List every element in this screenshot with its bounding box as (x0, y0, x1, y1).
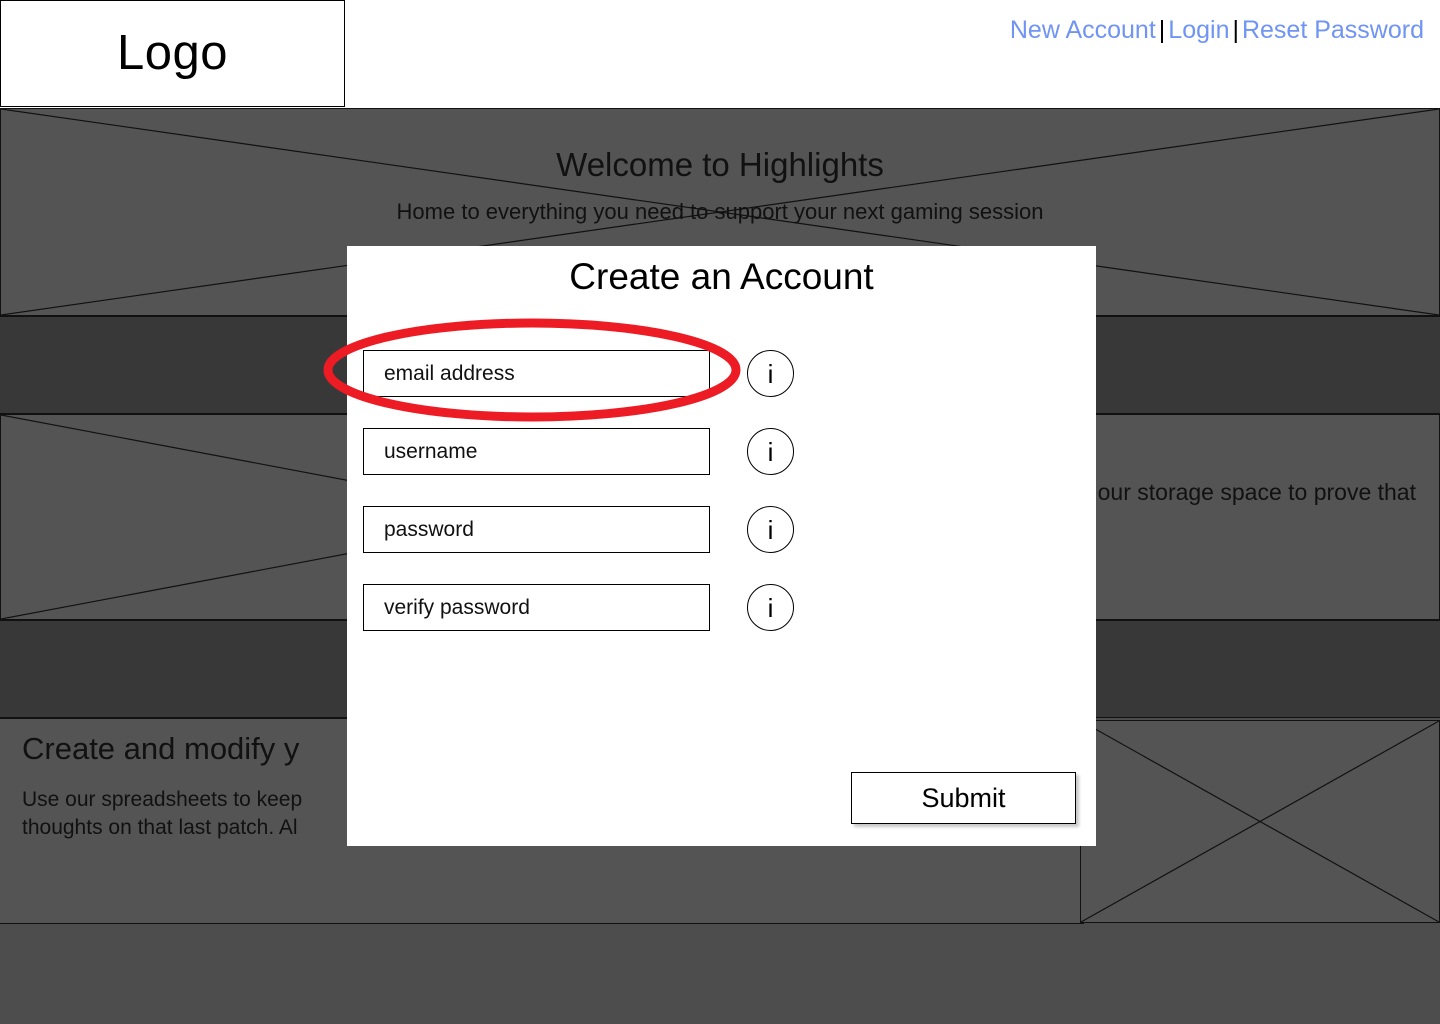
right-feature-text-box (1084, 414, 1440, 620)
verify-password-input[interactable] (363, 584, 710, 631)
nav-link-login[interactable]: Login (1168, 16, 1229, 44)
info-icon-email[interactable]: i (747, 350, 794, 397)
password-input[interactable] (363, 506, 710, 553)
info-icon-password[interactable]: i (747, 506, 794, 553)
feature-heading: Create and modify y (22, 731, 300, 766)
modal-title: Create an Account (569, 256, 874, 297)
username-input[interactable] (363, 428, 710, 475)
info-icon-verify-password[interactable]: i (747, 584, 794, 631)
placeholder-cross-icon (1081, 721, 1439, 922)
nav-link-reset-password[interactable]: Reset Password (1242, 16, 1424, 44)
bottom-right-placeholder-box (1080, 720, 1440, 923)
logo-label: Logo (116, 26, 228, 80)
info-icon-username[interactable]: i (747, 428, 794, 475)
nav-separator: | (1232, 16, 1239, 44)
create-account-modal: Create an Account i i i i Submit (347, 246, 1096, 846)
submit-button[interactable]: Submit (851, 772, 1076, 824)
email-input[interactable] (363, 350, 710, 397)
page-header: Logo New Account | Login | Reset Password (0, 0, 1440, 108)
header-nav: New Account | Login | Reset Password (1010, 18, 1424, 43)
nav-link-new-account[interactable]: New Account (1010, 16, 1156, 44)
hero-subtitle: Home to everything you need to support y… (396, 199, 1044, 224)
logo[interactable]: Logo (0, 0, 345, 107)
hero-title: Welcome to Highlights (556, 146, 884, 183)
page-root: Welcome to Highlights Home to everything… (0, 0, 1440, 1024)
nav-separator: | (1158, 16, 1166, 44)
